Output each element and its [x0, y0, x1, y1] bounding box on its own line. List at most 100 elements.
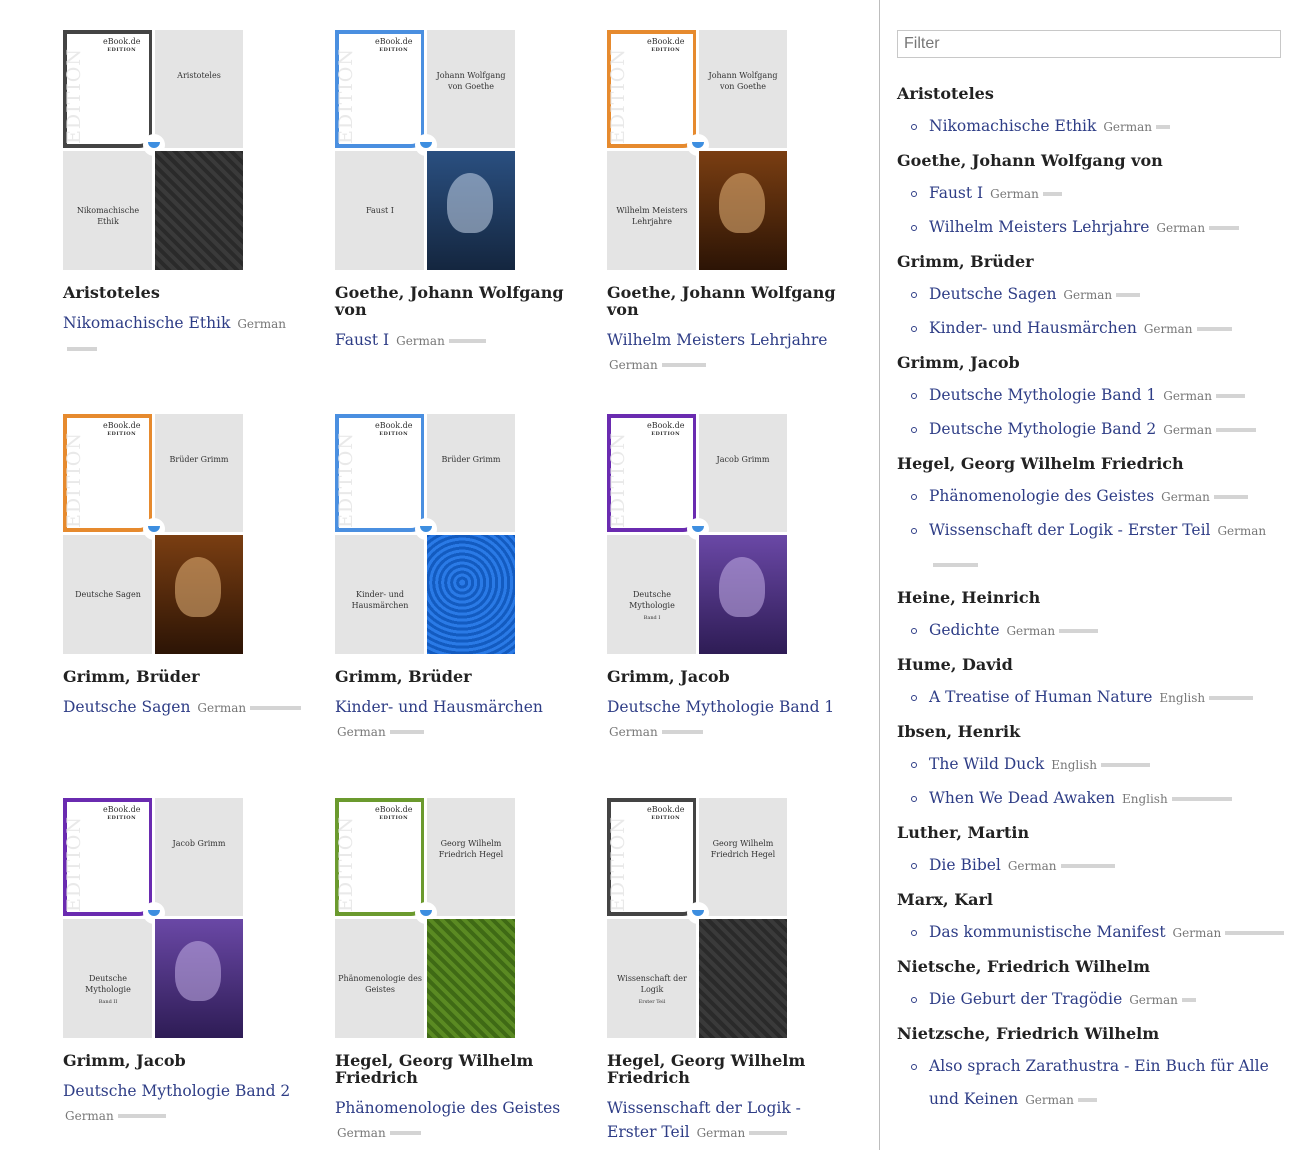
title-link[interactable]: When We Dead Awaken [929, 789, 1115, 807]
ebook-logo: eBook.de EDITION [103, 805, 141, 821]
book-title-link[interactable]: Kinder- und Hausmärchen [335, 698, 543, 716]
rating-bar [1215, 394, 1245, 398]
cover-edition-text: EDITION [335, 48, 357, 144]
title-link[interactable]: Faust I [929, 184, 983, 202]
author-group: Aristoteles Nikomachische Ethik German [897, 84, 1287, 144]
rating-bar [933, 563, 978, 567]
ebook-logo: eBook.de EDITION [375, 421, 413, 437]
cover-edition-text: EDITION [63, 432, 85, 528]
author-heading: Nietsche, Friedrich Wilhelm [897, 957, 1151, 976]
cover-author: Jacob Grimm [716, 455, 770, 464]
title-link[interactable]: Nikomachische Ethik [929, 117, 1096, 135]
cover-subtitle: Band I [643, 615, 661, 621]
cover-title: Wissenschaft der Logik Erster Teil [609, 973, 695, 1008]
rating-bar [661, 730, 703, 734]
book-card: EDITION eBook.de EDITION Brüder Grimm Deu… [63, 414, 303, 720]
rating-bar [250, 706, 302, 710]
book-title-link[interactable]: Nikomachische Ethik [63, 314, 230, 332]
cover-title: Nikomachische Ethik [76, 206, 140, 226]
language-label: German [990, 187, 1039, 201]
title-link[interactable]: A Treatise of Human Nature [929, 688, 1152, 706]
filter-input[interactable] [897, 30, 1281, 58]
book-cover[interactable]: EDITION eBook.de EDITION Georg Wilhelm Fr… [335, 798, 515, 1038]
author-group: Grimm, Jacob Deutsche Mythologie Band 1 G… [897, 353, 1287, 447]
language-label: German [197, 701, 247, 715]
book-title-link[interactable]: Deutsche Sagen [63, 698, 190, 716]
cover-edition-text: EDITION [63, 48, 85, 144]
book-title-link[interactable]: Phänomenologie des Geistes [335, 1099, 560, 1117]
title-list: Gedichte German [897, 614, 1287, 648]
title-link[interactable]: Gedichte [929, 621, 1000, 639]
list-item: Wissenschaft der Logik - Erster Teil Ger… [897, 514, 1287, 581]
language-label: German [696, 1126, 746, 1140]
rating-bar [1215, 428, 1256, 432]
rating-bar [117, 1114, 166, 1118]
language-label: German [1163, 389, 1212, 403]
rating-bar [1059, 629, 1099, 633]
book-cover[interactable]: EDITION eBook.de EDITION Jacob Grimm Deut… [607, 414, 787, 654]
title-link[interactable]: Wissenschaft der Logik - Erster Teil [929, 521, 1211, 539]
ebook-logo: eBook.de EDITION [375, 37, 413, 53]
book-card: EDITION eBook.de EDITION Aristoteles Niko… [63, 30, 303, 360]
language-label: German [1007, 859, 1057, 873]
list-item: Deutsche Sagen German [897, 278, 1287, 312]
title-link[interactable]: Deutsche Sagen [929, 285, 1056, 303]
book-cover[interactable]: EDITION eBook.de EDITION Johann Wolfgang … [335, 30, 515, 270]
portrait-image [175, 941, 221, 1001]
book-cover[interactable]: EDITION eBook.de EDITION Jacob Grimm Deut… [63, 798, 243, 1038]
title-link[interactable]: Die Bibel [929, 856, 1001, 874]
title-link[interactable]: Wilhelm Meisters Lehrjahre [929, 218, 1149, 236]
author-group: Goethe, Johann Wolfgang von Faust I Germa… [897, 151, 1287, 245]
author-heading: Nietzsche, Friedrich Wilhelm [897, 1024, 1160, 1043]
cover-author: Georg Wilhelm Friedrich Hegel [438, 839, 504, 859]
language-label: German [1156, 221, 1206, 235]
author-group: Hegel, Georg Wilhelm Friedrich Phänomenol… [897, 454, 1287, 581]
title-link[interactable]: The Wild Duck [929, 755, 1044, 773]
ebook-logo: eBook.de EDITION [647, 37, 685, 53]
rating-bar [1042, 192, 1062, 196]
book-title-link[interactable]: Faust I [335, 331, 389, 349]
ebook-logo: eBook.de EDITION [103, 37, 141, 53]
title-link[interactable]: Also sprach Zarathustra - Ein Buch für A… [929, 1057, 1269, 1108]
book-cover[interactable]: EDITION eBook.de EDITION Brüder Grimm Deu… [63, 414, 243, 654]
title-link[interactable]: Das kommunistische Manifest [929, 923, 1166, 941]
title-link[interactable]: Die Geburt der Tragödie [929, 990, 1122, 1008]
list-item: Gedichte German [897, 614, 1287, 648]
language-label: German [1163, 423, 1212, 437]
list-item: Das kommunistische Manifest German [897, 916, 1287, 950]
cover-author: Johann Wolfgang von Goethe [436, 71, 506, 91]
list-item: Nikomachische Ethik German [897, 110, 1287, 144]
rating-bar [1209, 696, 1254, 700]
cover-title: Phänomenologie des Geistes [338, 974, 422, 994]
cover-author: Aristoteles [177, 71, 221, 80]
book-author: Aristoteles [63, 283, 160, 302]
cover-edition-text: EDITION [607, 816, 629, 912]
list-item: Faust I German [897, 177, 1287, 211]
author-group: Ibsen, Henrik The Wild Duck English When W… [897, 722, 1287, 816]
book-title-link[interactable]: Wilhelm Meisters Lehrjahre [607, 331, 827, 349]
portrait-image [719, 173, 765, 233]
book-cover[interactable]: EDITION eBook.de EDITION Aristoteles Niko… [63, 30, 243, 270]
title-link[interactable]: Kinder- und Hausmärchen [929, 319, 1137, 337]
cover-art [155, 535, 243, 654]
title-list: Faust I German Wilhelm Meisters Lehrjahre… [897, 177, 1287, 245]
list-item: Also sprach Zarathustra - Ein Buch für A… [897, 1050, 1287, 1117]
language-label: English [1121, 792, 1168, 806]
book-author: Goethe, Johann Wolfgang von [335, 283, 564, 319]
list-item: Wilhelm Meisters Lehrjahre German [897, 211, 1287, 245]
title-link[interactable]: Phänomenologie des Geistes [929, 487, 1154, 505]
author-group: Grimm, Brüder Deutsche Sagen German Kinder… [897, 252, 1287, 346]
rating-bar [749, 1131, 788, 1135]
book-cover[interactable]: EDITION eBook.de EDITION Brüder Grimm Kin… [335, 414, 515, 654]
author-group: Nietzsche, Friedrich Wilhelm Also sprach … [897, 1024, 1287, 1117]
book-cover[interactable]: EDITION eBook.de EDITION Johann Wolfgang … [607, 30, 787, 270]
rating-bar [448, 339, 486, 343]
book-cover[interactable]: EDITION eBook.de EDITION Georg Wilhelm Fr… [607, 798, 787, 1038]
cover-author: Brüder Grimm [441, 455, 501, 464]
list-item: When We Dead Awaken English [897, 782, 1287, 816]
book-title-link[interactable]: Deutsche Mythologie Band 2 [63, 1082, 290, 1100]
title-link[interactable]: Deutsche Mythologie Band 2 [929, 420, 1156, 438]
title-link[interactable]: Deutsche Mythologie Band 1 [929, 386, 1156, 404]
book-title-link[interactable]: Deutsche Mythologie Band 1 [607, 698, 834, 716]
cover-author: Georg Wilhelm Friedrich Hegel [710, 839, 776, 859]
